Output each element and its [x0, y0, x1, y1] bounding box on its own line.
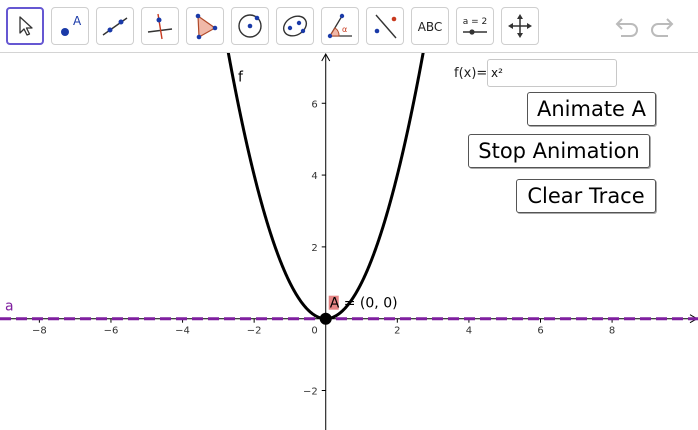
redo-icon — [651, 18, 674, 37]
x-tick-label: 8 — [609, 326, 615, 337]
ellipse-tool-button[interactable] — [276, 7, 314, 45]
text-icon: ABC — [418, 20, 443, 34]
ellipse-icon — [282, 15, 308, 37]
x-tick-label: −8 — [32, 326, 47, 337]
polygon-icon — [195, 13, 218, 40]
undo-button[interactable] — [613, 12, 641, 40]
point-icon: A — [61, 14, 82, 36]
text-tool-button[interactable]: ABC — [411, 7, 449, 45]
line-a-label: a — [5, 299, 14, 315]
cursor-arrow-icon — [19, 16, 33, 36]
redo-button[interactable] — [648, 12, 676, 40]
y-tick-label: 4 — [311, 171, 317, 182]
svg-text:A: A — [73, 14, 82, 28]
x-tick-label: 6 — [537, 326, 543, 337]
perpendicular-line-tool-button[interactable] — [141, 7, 179, 45]
angle-tool-button[interactable]: α — [321, 7, 359, 45]
function-input-field[interactable] — [487, 59, 617, 87]
origin-label: 0 — [311, 326, 317, 337]
move-graphics-view-tool-button[interactable] — [501, 7, 539, 45]
animate-a-button[interactable]: Animate A — [527, 92, 656, 126]
svg-text:α: α — [342, 25, 347, 34]
line-tool-button[interactable] — [96, 7, 134, 45]
reflect-icon — [374, 14, 397, 39]
x-tick-label: 4 — [466, 326, 472, 337]
undo-icon — [615, 18, 638, 37]
x-tick-label: 2 — [394, 326, 400, 337]
point-tool-button[interactable]: A — [51, 7, 89, 45]
slider-tool-button[interactable]: a = 2 — [456, 7, 494, 45]
toolbar: A α ABC a = 2 — [0, 0, 698, 53]
y-tick-label: 2 — [311, 243, 317, 254]
line-through-points-icon — [102, 17, 128, 36]
y-tick-label: −2 — [303, 387, 318, 398]
point-a-label: A = (0, 0) — [330, 296, 398, 312]
circle-center-icon — [238, 14, 262, 38]
x-tick-label: −2 — [247, 326, 262, 337]
y-tick-label: 6 — [311, 99, 317, 110]
x-tick-label: −6 — [104, 326, 119, 337]
circle-center-point-tool-button[interactable] — [231, 7, 269, 45]
slider-icon: a = 2 — [463, 17, 488, 35]
move-tool-button[interactable] — [6, 7, 44, 45]
perpendicular-line-icon — [147, 13, 173, 40]
polygon-tool-button[interactable] — [186, 7, 224, 45]
move-arrows-icon — [508, 14, 532, 38]
x-tick-label: −4 — [175, 326, 190, 337]
svg-text:a = 2: a = 2 — [463, 17, 488, 27]
svg-text:ABC: ABC — [418, 20, 443, 34]
function-f-label: f — [238, 70, 244, 86]
input-label: f(x)= — [454, 66, 488, 81]
angle-icon: α — [327, 13, 352, 39]
clear-trace-button[interactable]: Clear Trace — [516, 179, 656, 213]
reflect-tool-button[interactable] — [366, 7, 404, 45]
point-a[interactable] — [319, 312, 332, 325]
stop-animation-button[interactable]: Stop Animation — [468, 134, 650, 168]
